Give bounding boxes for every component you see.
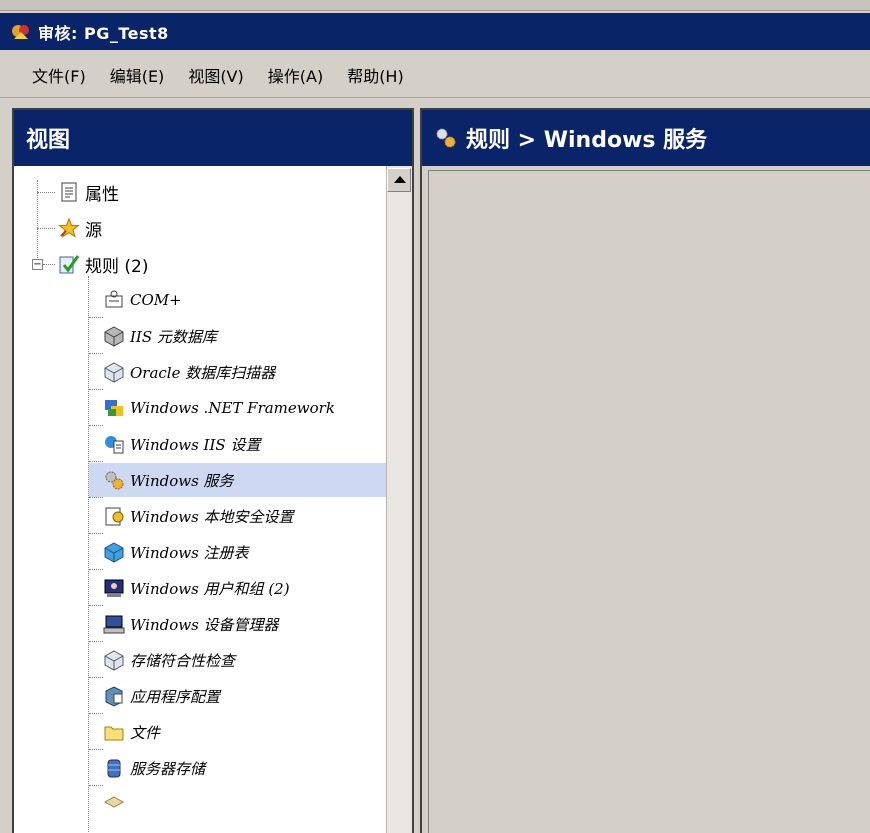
tree-item-label: Oracle 数据库扫描器 xyxy=(130,363,276,382)
details-content xyxy=(428,170,870,833)
tree-item-label: Windows 用户和组 (2) xyxy=(130,579,290,598)
tree-connector xyxy=(89,496,103,498)
tree-connector xyxy=(89,316,103,318)
rule-local-security[interactable]: Windows 本地安全设置 xyxy=(89,499,294,534)
star-icon xyxy=(58,217,80,238)
rule-storage-compliance[interactable]: 存储符合性检查 xyxy=(89,643,236,678)
tree-connector xyxy=(89,352,103,354)
registry-icon xyxy=(104,542,124,563)
tree-item-label: Windows 注册表 xyxy=(130,543,249,562)
rules-check-icon xyxy=(59,255,80,274)
tree-item-label: 源 xyxy=(85,220,102,241)
gears-icon xyxy=(436,128,456,148)
tree-item-label: 规则 (2) xyxy=(85,256,149,277)
scroll-up-button[interactable] xyxy=(387,168,411,192)
tree-connector xyxy=(89,388,103,390)
menu-action[interactable]: 操作(A) xyxy=(268,63,323,87)
menu-edit[interactable]: 编辑(E) xyxy=(110,63,165,87)
gears-icon xyxy=(105,471,124,490)
menu-view[interactable]: 视图(V) xyxy=(188,63,243,87)
tree-scrollbar[interactable] xyxy=(386,166,412,833)
rule-windows-services[interactable]: Windows 服务 xyxy=(89,463,386,498)
rule-dotnet-framework[interactable]: Windows .NET Framework xyxy=(89,391,335,426)
details-pane-header: 规则 > Windows 服务 xyxy=(422,110,870,166)
tree-connector xyxy=(37,192,55,193)
window-titlebar: 审核: PG_Test8 xyxy=(0,13,870,50)
tree-item-label: 存储符合性检查 xyxy=(130,651,236,670)
tree-connector xyxy=(89,676,103,678)
rule-oracle-scanner[interactable]: Oracle 数据库扫描器 xyxy=(89,355,276,390)
rule-users-groups[interactable]: Windows 用户和组 (2) xyxy=(89,571,290,606)
tree-item-label: Windows .NET Framework xyxy=(130,399,335,417)
device-manager-icon xyxy=(103,615,125,634)
collapse-rules-toggle[interactable]: − xyxy=(32,259,43,270)
tree-item-partial xyxy=(103,787,130,821)
rule-files[interactable]: 文件 xyxy=(89,715,161,750)
rule-app-config[interactable]: 应用程序配置 xyxy=(89,679,221,714)
tree-connector xyxy=(89,640,103,642)
tree-item-label: Windows 本地安全设置 xyxy=(130,507,294,526)
users-groups-icon xyxy=(104,579,124,597)
tree-pane-title: 视图 xyxy=(26,128,71,153)
partial-item-icon xyxy=(103,796,125,808)
audit-app-icon xyxy=(12,24,29,39)
rule-device-manager[interactable]: Windows 设备管理器 xyxy=(89,607,279,642)
menu-help[interactable]: 帮助(H) xyxy=(347,63,404,87)
tree-item-source[interactable]: 源 xyxy=(58,211,102,245)
tree-connector xyxy=(89,424,103,426)
tree-item-label: 服务器存储 xyxy=(130,759,206,778)
tree-pane: 视图 − 属性 源 规则 (2) COM+ IIS 元数据库 Oracle 数据… xyxy=(12,108,414,833)
app-config-icon xyxy=(105,686,123,707)
rule-com-plus[interactable]: COM+ xyxy=(89,283,182,318)
tree-connector xyxy=(89,568,103,570)
dotnet-icon xyxy=(105,400,123,416)
tree-connector xyxy=(89,460,103,462)
rule-iis-metabase[interactable]: IIS 元数据库 xyxy=(89,319,217,354)
rule-registry[interactable]: Windows 注册表 xyxy=(89,535,249,570)
tree-connector xyxy=(43,264,55,265)
tree-pane-header: 视图 xyxy=(14,110,412,166)
details-pane: 规则 > Windows 服务 xyxy=(420,108,870,833)
security-icon xyxy=(105,507,124,526)
tree-connector xyxy=(89,784,103,786)
tree-connector xyxy=(37,228,55,229)
details-breadcrumb: 规则 > Windows 服务 xyxy=(466,128,708,153)
top-strip xyxy=(0,0,870,11)
rule-server-storage[interactable]: 服务器存储 xyxy=(89,751,206,786)
tree-view: − 属性 源 规则 (2) COM+ IIS 元数据库 Oracle 数据库扫描… xyxy=(14,166,386,833)
document-icon xyxy=(61,182,77,202)
tree-item-label: 属性 xyxy=(85,184,119,205)
oracle-cube-icon xyxy=(104,362,124,383)
tree-item-label: Windows 服务 xyxy=(130,471,234,490)
tree-connector xyxy=(89,604,103,606)
storage-cube-icon xyxy=(104,650,124,671)
iis-metabase-icon xyxy=(104,326,124,347)
rule-iis-settings[interactable]: Windows IIS 设置 xyxy=(89,427,261,462)
folder-icon xyxy=(104,726,124,741)
tree-item-label: 文件 xyxy=(130,723,161,742)
com-icon xyxy=(105,290,123,308)
tree-connector xyxy=(89,712,103,714)
iis-settings-icon xyxy=(105,436,124,454)
menu-bar: 文件(F) 编辑(E) 视图(V) 操作(A) 帮助(H) xyxy=(0,53,870,98)
tree-connector xyxy=(89,532,103,534)
tree-item-label: 应用程序配置 xyxy=(130,687,221,706)
server-storage-icon xyxy=(107,759,121,778)
tree-connector xyxy=(89,748,103,750)
tree-item-label: IIS 元数据库 xyxy=(130,327,217,346)
tree-item-label: Windows IIS 设置 xyxy=(130,435,261,454)
tree-item-label: Windows 设备管理器 xyxy=(130,615,279,634)
tree-item-properties[interactable]: 属性 xyxy=(58,175,119,209)
window-title: 审核: PG_Test8 xyxy=(38,23,169,43)
tree-item-label: COM+ xyxy=(130,291,182,309)
tree-item-rules[interactable]: 规则 (2) xyxy=(58,247,148,281)
menu-file[interactable]: 文件(F) xyxy=(32,63,86,87)
